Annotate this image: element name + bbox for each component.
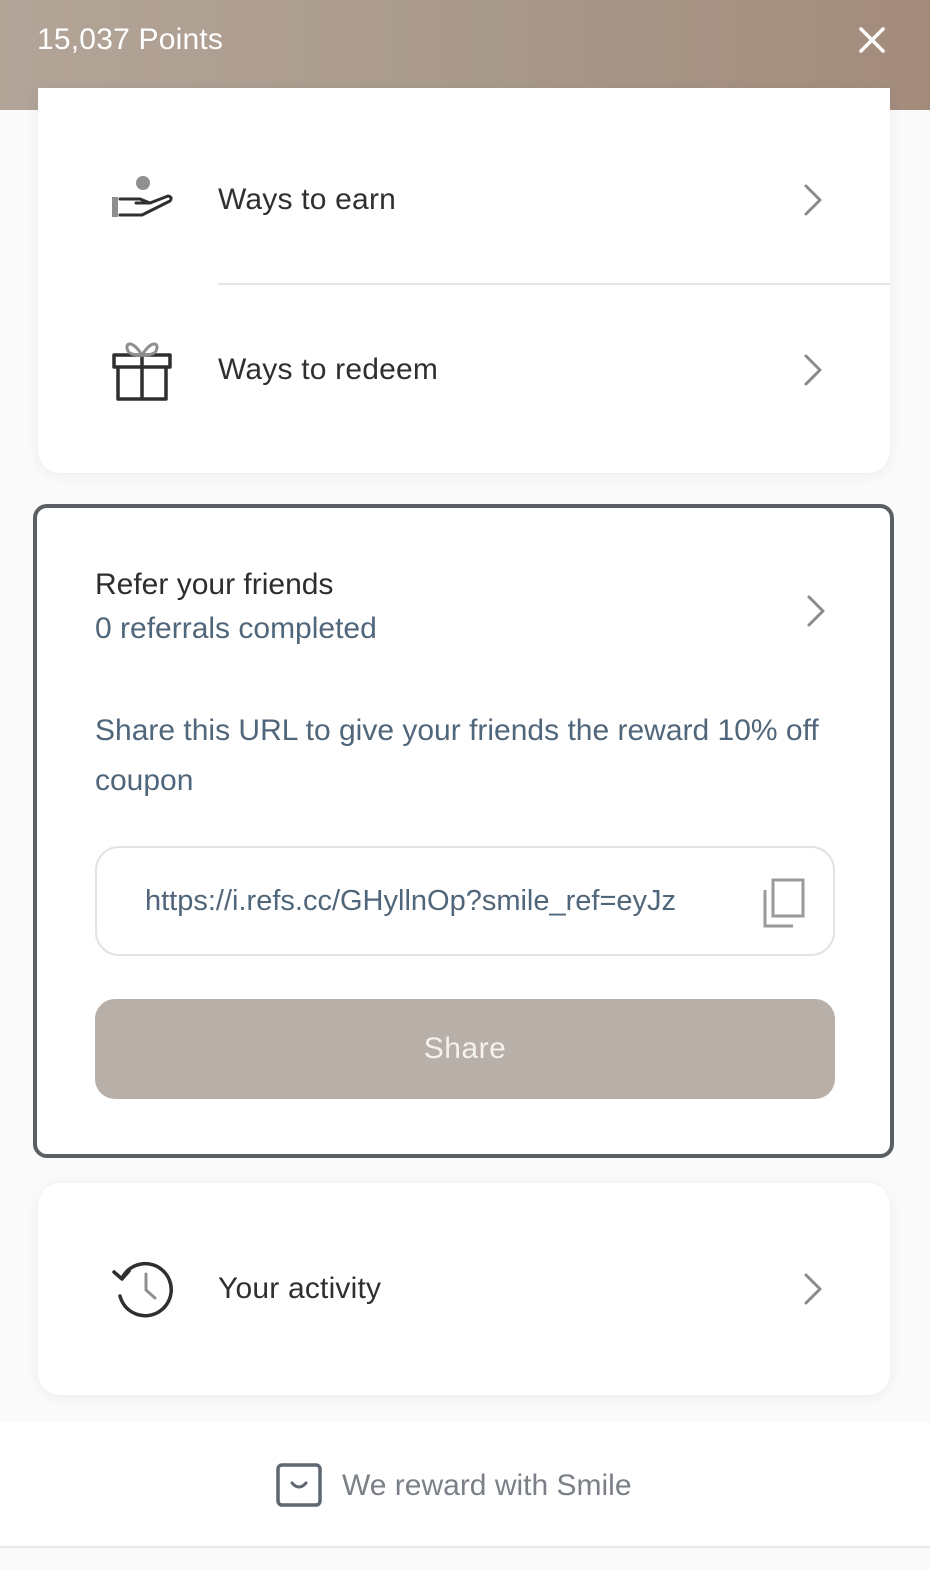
ways-to-redeem-row[interactable]: Ways to redeem	[38, 285, 890, 455]
your-activity-label: Your activity	[218, 1272, 382, 1305]
hand-coin-icon	[112, 176, 173, 217]
ways-to-earn-row[interactable]: Ways to earn	[38, 115, 890, 285]
gift-icon	[112, 342, 172, 401]
referral-header[interactable]: Refer your friends 0 referrals completed	[95, 568, 835, 646]
referral-title: Refer your friends	[95, 568, 334, 601]
referral-card: Refer your friends 0 referrals completed…	[33, 504, 894, 1158]
earn-redeem-card: Ways to earn Ways to redeem	[38, 88, 890, 473]
referral-count: 0 referrals completed	[95, 612, 377, 645]
chevron-right-icon	[804, 354, 822, 386]
ways-to-earn-label: Ways to earn	[218, 183, 397, 216]
footer-divider	[0, 1546, 930, 1548]
chevron-right-icon	[804, 1273, 822, 1305]
referral-url-field[interactable]: https://i.refs.cc/GHyllnOp?smile_ref=eyJ…	[95, 846, 835, 956]
ways-to-redeem-label: Ways to redeem	[218, 353, 439, 386]
copy-icon	[763, 878, 805, 928]
copy-url-button[interactable]	[759, 876, 807, 930]
referral-url[interactable]: https://i.refs.cc/GHyllnOp?smile_ref=eyJ…	[145, 885, 733, 918]
your-activity-row[interactable]: Your activity	[38, 1204, 890, 1374]
points-balance: 15,037 Points	[37, 23, 224, 56]
close-button[interactable]	[852, 20, 892, 60]
activity-card: Your activity	[38, 1183, 890, 1395]
chevron-right-icon	[804, 184, 822, 216]
referral-description: Share this URL to give your friends the …	[95, 714, 819, 797]
share-button[interactable]: Share	[95, 999, 835, 1099]
footer: We reward with Smile	[0, 1422, 930, 1546]
rewards-panel: 15,037 Points Ways to earn Ways to redee…	[0, 0, 930, 1570]
smile-logo-icon	[276, 1463, 322, 1507]
footer-text: We reward with Smile	[342, 1469, 632, 1502]
close-icon	[859, 27, 885, 53]
history-icon	[112, 1261, 173, 1318]
chevron-right-icon[interactable]	[803, 594, 829, 628]
